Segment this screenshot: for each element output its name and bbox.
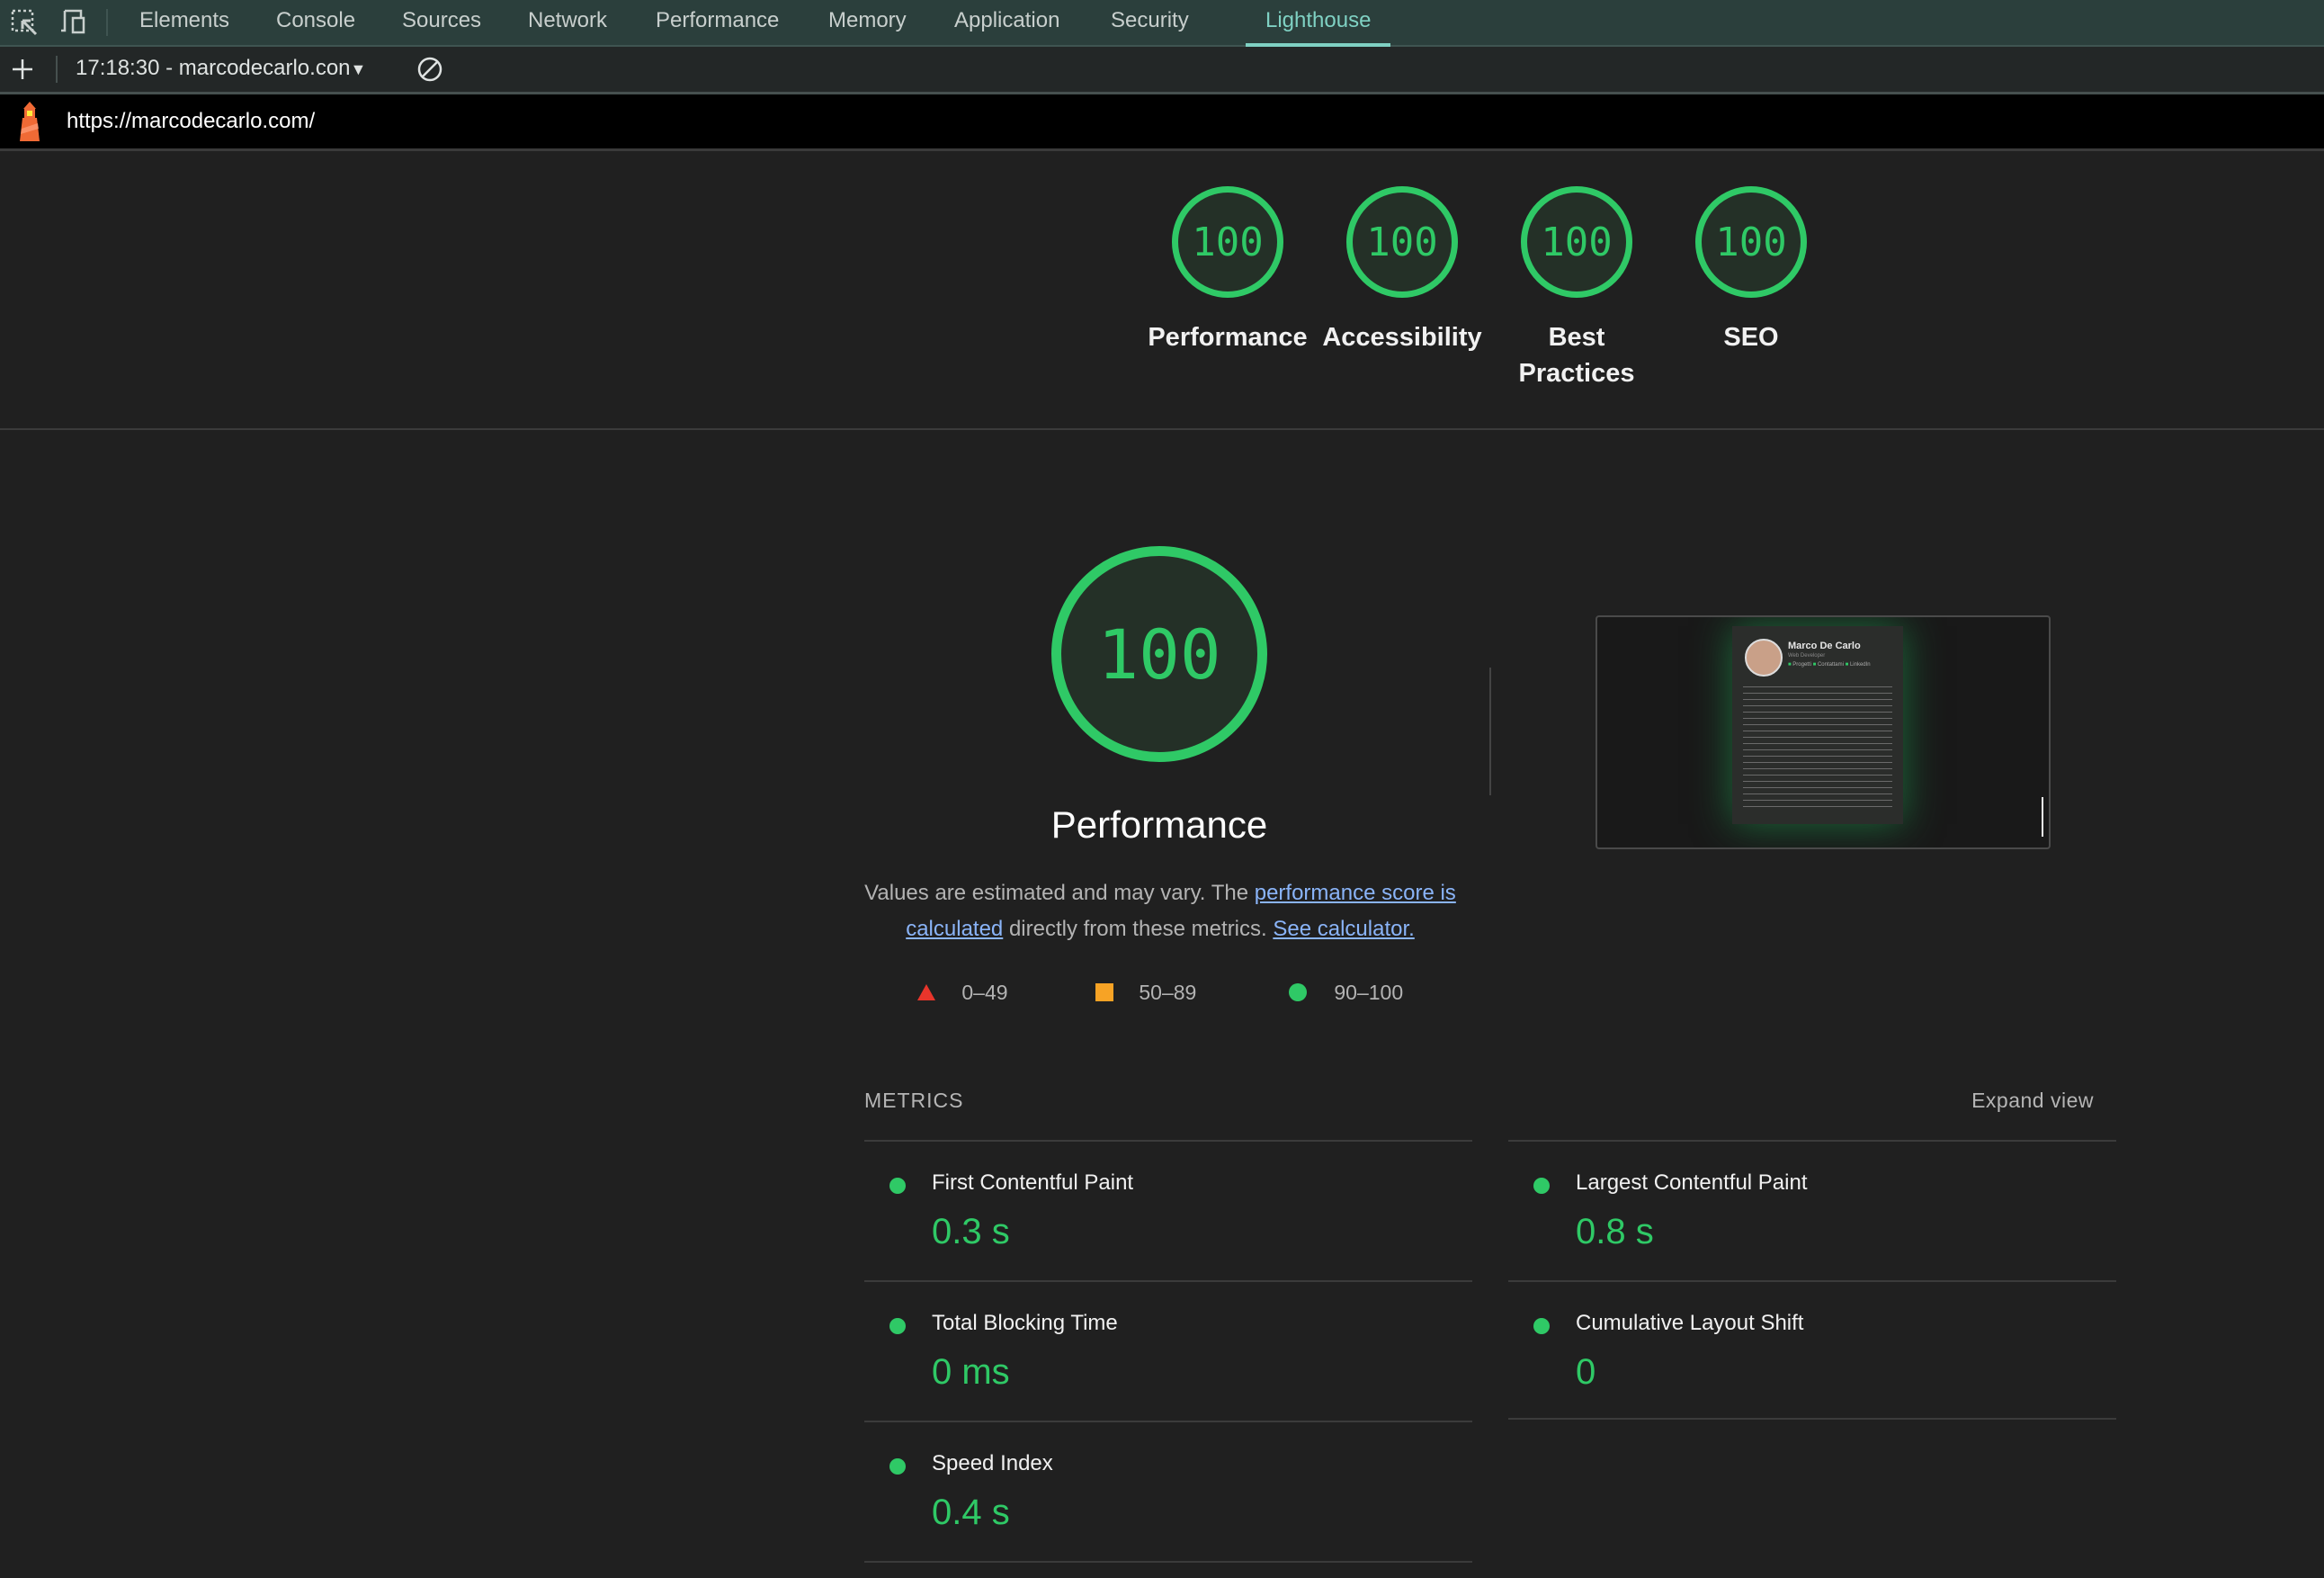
- metric-name: First Contentful Paint: [932, 1170, 1134, 1195]
- desc-text: directly from these metrics.: [1003, 917, 1274, 941]
- gauge-score: 100: [1192, 219, 1264, 265]
- report-url-bar: https://marcodecarlo.com/: [0, 94, 2324, 151]
- metric-name: Speed Index: [932, 1451, 1053, 1475]
- metric-name: Largest Contentful Paint: [1576, 1170, 1808, 1195]
- expand-view-toggle[interactable]: Expand view: [1971, 1089, 2094, 1113]
- gauge-ring: 100: [1695, 186, 1807, 298]
- gauge-label-accessibility[interactable]: Accessibility: [1312, 319, 1492, 355]
- clear-icon[interactable]: [416, 56, 443, 83]
- lighthouse-toolbar: 17:18:30 - marcodecarlo.con▼: [0, 47, 2324, 94]
- lighthouse-logo-icon: [20, 102, 40, 141]
- tab-application[interactable]: Application: [954, 0, 1059, 45]
- screenshot-subtitle: Web Developer: [1788, 653, 1826, 659]
- screenshot-link: Contattami: [1817, 662, 1844, 668]
- performance-title: Performance: [1050, 803, 1268, 846]
- performance-score: 100: [1097, 614, 1221, 695]
- tab-security[interactable]: Security: [1111, 0, 1189, 45]
- metric-divider: [864, 1561, 1472, 1563]
- metric-value: 0.3 s: [932, 1212, 1010, 1251]
- screenshot-text-lines: [1743, 684, 1892, 810]
- gauge-ring: 100: [1521, 186, 1632, 298]
- metric-name: Cumulative Layout Shift: [1576, 1311, 1804, 1335]
- tab-memory[interactable]: Memory: [828, 0, 907, 45]
- legend-range: 0–49: [961, 981, 1008, 1004]
- gauge-label-seo[interactable]: SEO: [1661, 319, 1841, 355]
- performance-description: Values are estimated and may vary. The p…: [854, 875, 1466, 947]
- inspect-element-icon[interactable]: [9, 7, 40, 38]
- screenshot-links: ■ Progetti ■ Contattami ■ LinkedIn: [1788, 662, 1871, 668]
- metric-divider: [864, 1140, 1472, 1142]
- see-calculator-link[interactable]: See calculator.: [1273, 917, 1414, 941]
- separator: [1489, 668, 1491, 795]
- tab-console[interactable]: Console: [276, 0, 355, 45]
- device-toolbar-icon[interactable]: [58, 7, 88, 38]
- gauge-ring: 100: [1346, 186, 1458, 298]
- score-gauge-seo[interactable]: 100: [1693, 186, 1810, 298]
- metric-divider: [1508, 1418, 2116, 1420]
- metric-value: 0: [1576, 1352, 1596, 1392]
- legend-range: 90–100: [1334, 981, 1404, 1004]
- tab-elements[interactable]: Elements: [139, 0, 229, 45]
- final-screenshot[interactable]: Marco De Carlo Web Developer ■ Progetti …: [1596, 615, 2051, 849]
- separator: [106, 9, 108, 36]
- screenshot-card: Marco De Carlo Web Developer ■ Progetti …: [1732, 626, 1903, 824]
- square-icon: [1095, 983, 1113, 1001]
- gauge-ring: 100: [1172, 186, 1283, 298]
- score-gauge-best-practices[interactable]: 100: [1518, 186, 1635, 298]
- circle-icon: [1289, 983, 1307, 1001]
- score-gauge-accessibility[interactable]: 100: [1344, 186, 1461, 298]
- metric-divider: [864, 1421, 1472, 1422]
- plus-icon[interactable]: [11, 58, 34, 81]
- pass-circle-icon: [889, 1458, 906, 1475]
- legend-range: 50–89: [1139, 981, 1197, 1004]
- section-divider: [0, 428, 2324, 430]
- scrollbar: [2042, 797, 2043, 837]
- dropdown-arrow-icon: ▼: [350, 60, 367, 78]
- pass-circle-icon: [1533, 1178, 1550, 1194]
- performance-score-gauge: 100: [1051, 546, 1267, 762]
- metric-value: 0 ms: [932, 1352, 1010, 1392]
- tab-network[interactable]: Network: [528, 0, 607, 45]
- metric-divider: [1508, 1140, 2116, 1142]
- separator: [56, 56, 58, 83]
- devtools-tab-bar: Elements Console Sources Network Perform…: [0, 0, 2324, 47]
- metric-divider: [1508, 1280, 2116, 1282]
- gauge-score: 100: [1541, 219, 1613, 265]
- tab-sources[interactable]: Sources: [402, 0, 481, 45]
- legend-pass: 90–100: [1289, 979, 1403, 1006]
- report-selector-label: 17:18:30 - marcodecarlo.con: [76, 56, 351, 80]
- gauge-score: 100: [1715, 219, 1787, 265]
- metric-value: 0.8 s: [1576, 1212, 1654, 1251]
- pass-circle-icon: [1533, 1318, 1550, 1334]
- legend-fail: 0–49: [916, 979, 1008, 1006]
- report-selector[interactable]: 17:18:30 - marcodecarlo.con▼: [76, 47, 366, 91]
- legend-average: 50–89: [1095, 979, 1196, 1006]
- score-gauge-performance[interactable]: 100: [1169, 186, 1286, 298]
- tab-lighthouse[interactable]: Lighthouse: [1245, 0, 1391, 47]
- gauge-label-performance[interactable]: Performance: [1138, 319, 1318, 355]
- pass-circle-icon: [889, 1318, 906, 1334]
- avatar: [1745, 639, 1783, 677]
- gauge-score: 100: [1366, 219, 1438, 265]
- metric-name: Total Blocking Time: [932, 1311, 1118, 1335]
- metric-value: 0.4 s: [932, 1493, 1010, 1532]
- pass-circle-icon: [889, 1178, 906, 1194]
- desc-text: Values are estimated and may vary. The: [864, 881, 1255, 905]
- metric-divider: [864, 1280, 1472, 1282]
- triangle-icon: [917, 984, 935, 1000]
- screenshot-name: Marco De Carlo: [1788, 641, 1861, 651]
- gauge-label-best-practices[interactable]: Best Practices: [1518, 319, 1635, 391]
- metrics-heading: METRICS: [864, 1089, 964, 1112]
- screenshot-link: LinkedIn: [1849, 662, 1871, 668]
- screenshot-link: Progetti: [1792, 662, 1811, 668]
- report-url: https://marcodecarlo.com/: [67, 109, 316, 133]
- tab-performance[interactable]: Performance: [656, 0, 779, 45]
